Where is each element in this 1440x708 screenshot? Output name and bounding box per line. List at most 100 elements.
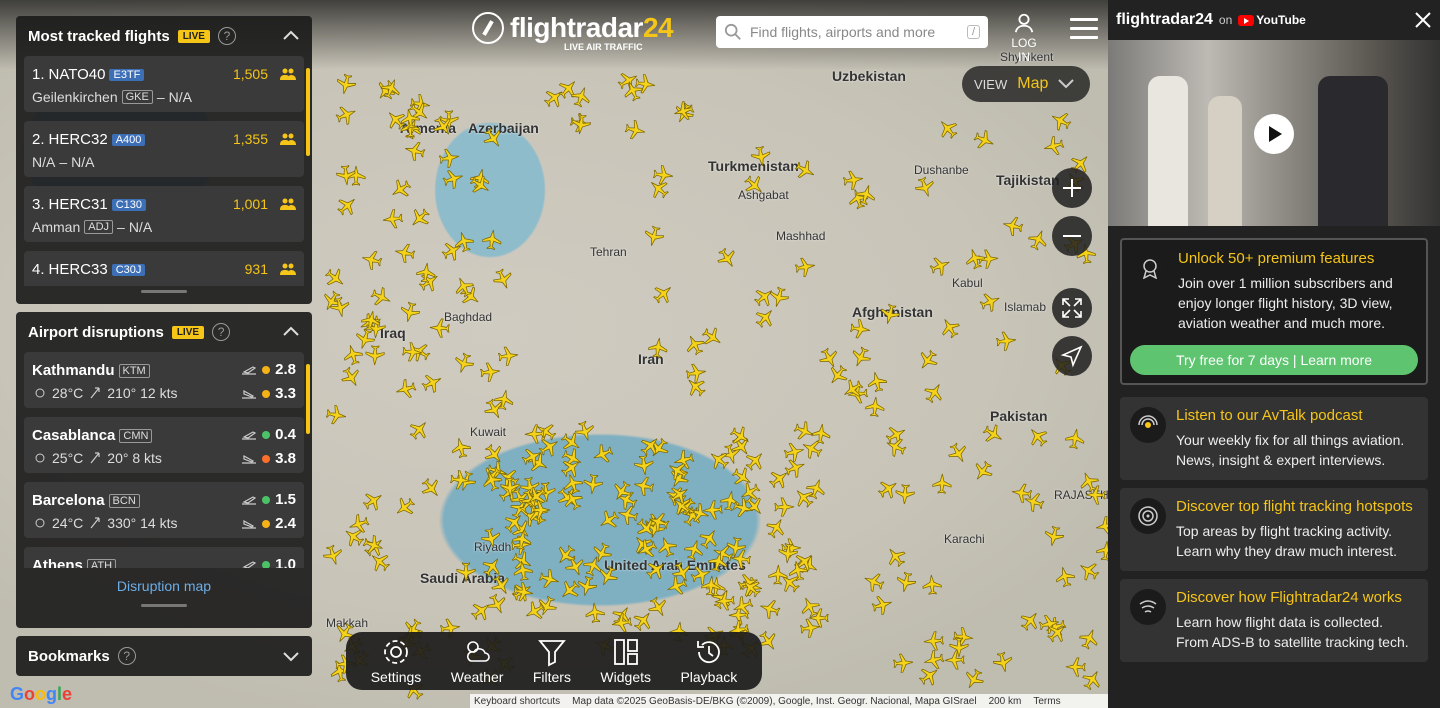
- aircraft-marker[interactable]: [893, 569, 919, 595]
- toolbar-weather-button[interactable]: Weather: [451, 637, 503, 685]
- aircraft-marker[interactable]: [641, 223, 668, 250]
- promo-card[interactable]: Unlock 50+ premium features Join over 1 m…: [1120, 238, 1428, 385]
- youtube-video-thumbnail[interactable]: [1108, 40, 1440, 226]
- toolbar-playback-button[interactable]: Playback: [680, 637, 737, 685]
- aircraft-marker[interactable]: [392, 376, 419, 403]
- aircraft-marker[interactable]: [848, 316, 873, 341]
- aircraft-marker[interactable]: [583, 601, 607, 625]
- promo-card[interactable]: Listen to our AvTalk podcast Your weekly …: [1120, 397, 1428, 480]
- aircraft-marker[interactable]: [415, 473, 446, 504]
- aircraft-marker[interactable]: [840, 167, 865, 192]
- aircraft-marker[interactable]: [320, 263, 351, 294]
- aircraft-marker[interactable]: [478, 360, 502, 384]
- aircraft-marker[interactable]: [319, 541, 347, 569]
- aircraft-marker[interactable]: [994, 329, 1019, 354]
- airport-disruptions-header[interactable]: Airport disruptions LIVE ?: [16, 312, 312, 352]
- free-trial-button[interactable]: Try free for 7 days | Learn more: [1130, 345, 1418, 375]
- aircraft-marker[interactable]: [488, 265, 517, 294]
- flightradar24-logo[interactable]: flightradar24 LIVE AIR TRAFFIC: [472, 12, 674, 52]
- tracked-flight-card[interactable]: 1. NATO40 E3TF 1,505 Geilenkirchen GKE – N/A: [24, 56, 304, 112]
- locate-me-button[interactable]: [1052, 336, 1092, 376]
- airport-card[interactable]: Barcelona BCN 1.5 2.4 24°C 330° 14 kts: [24, 482, 304, 538]
- aircraft-marker[interactable]: [417, 368, 447, 398]
- airport-card[interactable]: Casablanca CMN 0.4 3.8 25°C 20° 8 kts: [24, 417, 304, 473]
- toolbar-filters-button[interactable]: Filters: [533, 637, 571, 685]
- bookmarks-header[interactable]: Bookmarks ?: [16, 636, 312, 676]
- aircraft-marker[interactable]: [712, 242, 742, 272]
- help-icon[interactable]: ?: [212, 323, 231, 341]
- aircraft-marker[interactable]: [863, 395, 887, 419]
- aircraft-marker[interactable]: [331, 100, 360, 129]
- toolbar-widgets-button[interactable]: Widgets: [600, 637, 651, 685]
- aircraft-marker[interactable]: [894, 482, 917, 505]
- aircraft-marker[interactable]: [1023, 421, 1054, 452]
- tracked-flight-card[interactable]: 2. HERC32 A400 1,355 N/A – N/A: [24, 121, 304, 177]
- tracked-flight-card[interactable]: 3. HERC31 C130 1,001 Amman ADJ – N/A: [24, 186, 304, 242]
- aircraft-marker[interactable]: [386, 173, 417, 204]
- aircraft-marker[interactable]: [920, 573, 943, 596]
- airport-card[interactable]: Kathmandu KTM 2.8 3.3 28°C 210° 12 kts: [24, 352, 304, 408]
- main-menu-button[interactable]: [1070, 18, 1098, 44]
- aircraft-marker[interactable]: [935, 313, 965, 343]
- aircraft-marker[interactable]: [869, 591, 896, 618]
- aircraft-marker[interactable]: [1062, 426, 1087, 451]
- aircraft-marker[interactable]: [404, 203, 435, 234]
- search-input[interactable]: [750, 24, 967, 40]
- aircraft-marker[interactable]: [402, 138, 429, 165]
- aircraft-marker[interactable]: [911, 173, 939, 201]
- help-icon[interactable]: ?: [217, 27, 236, 45]
- promo-card[interactable]: Discover how Flightradar24 works Learn ho…: [1120, 579, 1428, 662]
- aircraft-marker[interactable]: [359, 247, 386, 274]
- aircraft-marker[interactable]: [428, 317, 451, 340]
- aircraft-marker[interactable]: [881, 542, 912, 573]
- aircraft-marker[interactable]: [455, 561, 477, 583]
- panel-resize-handle[interactable]: [141, 604, 187, 607]
- aircraft-marker[interactable]: [331, 190, 362, 221]
- panel-resize-handle[interactable]: [141, 290, 187, 293]
- aircraft-marker[interactable]: [448, 468, 472, 492]
- aircraft-marker[interactable]: [1010, 480, 1035, 505]
- promo-card[interactable]: Discover top flight tracking hotspots Top…: [1120, 488, 1428, 571]
- aircraft-marker[interactable]: [748, 143, 773, 168]
- aircraft-marker[interactable]: [931, 473, 954, 496]
- tracked-flight-card[interactable]: 4. HERC33 C30J 931: [24, 251, 304, 286]
- aircraft-marker[interactable]: [975, 287, 1004, 316]
- aircraft-marker[interactable]: [948, 636, 970, 658]
- aircraft-marker[interactable]: [989, 649, 1015, 675]
- aircraft-marker[interactable]: [333, 71, 359, 97]
- chevron-up-icon[interactable]: [282, 27, 300, 45]
- scrollbar[interactable]: [306, 364, 310, 434]
- aircraft-marker[interactable]: [358, 308, 384, 334]
- aircraft-marker[interactable]: [967, 456, 998, 487]
- aircraft-marker[interactable]: [1065, 656, 1087, 678]
- aircraft-marker[interactable]: [414, 260, 439, 285]
- aircraft-marker[interactable]: [480, 228, 505, 253]
- aircraft-marker[interactable]: [404, 414, 435, 445]
- aircraft-marker[interactable]: [798, 615, 823, 640]
- aircraft-marker[interactable]: [792, 255, 817, 280]
- scrollbar[interactable]: [306, 68, 310, 156]
- airport-card[interactable]: Athens ATH 1.0: [24, 547, 304, 568]
- keyboard-shortcuts-link[interactable]: Keyboard shortcuts: [474, 696, 560, 707]
- zoom-out-button[interactable]: [1052, 216, 1092, 256]
- aircraft-marker[interactable]: [919, 378, 949, 408]
- aircraft-marker[interactable]: [969, 125, 998, 154]
- aircraft-marker[interactable]: [1052, 563, 1079, 590]
- aircraft-marker[interactable]: [366, 282, 395, 311]
- aircraft-marker[interactable]: [400, 340, 424, 364]
- most-tracked-header[interactable]: Most tracked flights LIVE ?: [16, 16, 312, 56]
- aircraft-marker[interactable]: [491, 387, 517, 413]
- aircraft-marker[interactable]: [1093, 514, 1108, 540]
- airport-disruptions-list[interactable]: Kathmandu KTM 2.8 3.3 28°C 210° 12 kts Casabla…: [16, 352, 312, 568]
- aircraft-marker[interactable]: [1094, 539, 1108, 564]
- aircraft-marker[interactable]: [891, 651, 915, 675]
- fullscreen-button[interactable]: [1052, 288, 1092, 328]
- aircraft-marker[interactable]: [932, 113, 963, 144]
- search-box[interactable]: /: [716, 16, 988, 48]
- aircraft-marker[interactable]: [336, 362, 366, 392]
- aircraft-marker[interactable]: [450, 349, 478, 377]
- aircraft-marker[interactable]: [1023, 225, 1052, 254]
- aircraft-marker[interactable]: [785, 558, 811, 584]
- aircraft-marker[interactable]: [847, 342, 876, 371]
- aircraft-marker[interactable]: [323, 402, 348, 427]
